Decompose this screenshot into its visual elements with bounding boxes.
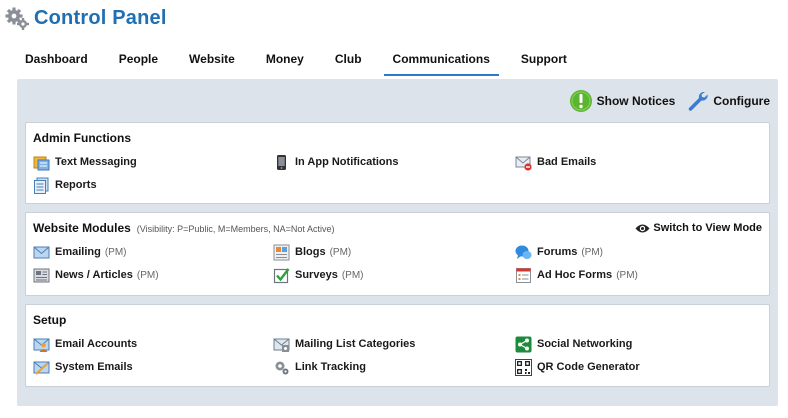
exclamation-icon xyxy=(569,90,592,112)
switch-view-mode-button[interactable]: Switch to View Mode xyxy=(635,222,762,234)
configure-button[interactable]: Configure xyxy=(685,89,770,113)
reports-link[interactable]: Reports xyxy=(33,176,97,194)
admin-functions-card: Admin Functions Text Messaging In App No… xyxy=(25,122,770,204)
gears-logo-icon xyxy=(5,7,29,30)
eye-icon xyxy=(635,224,650,232)
reports-icon xyxy=(34,177,49,194)
app-header: Control Panel xyxy=(4,4,167,32)
share-icon xyxy=(515,336,532,352)
qr-code-generator-link[interactable]: QR Code Generator xyxy=(515,358,640,376)
system-emails-label: System Emails xyxy=(55,361,133,373)
checkbox-check-icon xyxy=(273,267,290,283)
ad-hoc-forms-visibility: (PM) xyxy=(616,269,638,281)
in-app-notifications-link[interactable]: In App Notifications xyxy=(273,153,398,171)
main-nav-tabs: Dashboard People Website Money Club Comm… xyxy=(17,48,589,76)
page-title: Control Panel xyxy=(34,6,167,29)
newspaper-icon xyxy=(33,268,50,282)
tab-people[interactable]: People xyxy=(110,48,167,76)
ad-hoc-forms-link[interactable]: Ad Hoc Forms (PM) xyxy=(515,266,638,284)
forums-chat-icon xyxy=(515,245,532,259)
emailing-visibility: (PM) xyxy=(104,246,127,258)
surveys-label: Surveys xyxy=(295,269,338,281)
email-accounts-label: Email Accounts xyxy=(55,338,138,350)
text-messaging-label: Text Messaging xyxy=(55,156,137,168)
system-emails-link[interactable]: System Emails xyxy=(33,358,133,376)
admin-functions-title: Admin Functions xyxy=(33,131,131,145)
forums-label: Forums xyxy=(537,246,578,258)
link-tracking-label: Link Tracking xyxy=(295,361,366,373)
emailing-icon xyxy=(33,246,50,258)
social-networking-link[interactable]: Social Networking xyxy=(515,335,632,353)
system-email-icon xyxy=(33,361,50,375)
tab-money[interactable]: Money xyxy=(257,48,313,76)
switch-view-mode-label: Switch to View Mode xyxy=(653,222,762,234)
tab-support[interactable]: Support xyxy=(512,48,576,76)
blogs-icon xyxy=(273,244,290,260)
mailing-list-icon xyxy=(273,338,290,352)
in-app-notifications-label: In App Notifications xyxy=(295,156,399,168)
website-modules-card: Website Modules (Visibility: P=Public, M=… xyxy=(25,212,770,296)
email-accounts-link[interactable]: Email Accounts xyxy=(33,335,137,353)
show-notices-button[interactable]: Show Notices xyxy=(569,89,676,113)
bad-emails-label: Bad Emails xyxy=(537,156,597,168)
main-panel: Show Notices Configure Admin Functions T… xyxy=(17,79,778,406)
show-notices-label: Show Notices xyxy=(596,94,676,108)
setup-title: Setup xyxy=(33,313,67,327)
mailing-list-categories-link[interactable]: Mailing List Categories xyxy=(273,335,415,353)
news-articles-link[interactable]: News / Articles (PM) xyxy=(33,266,159,284)
forums-visibility: (PM) xyxy=(581,246,604,258)
surveys-visibility: (PM) xyxy=(341,269,364,281)
reports-label: Reports xyxy=(55,179,97,191)
blogs-visibility: (PM) xyxy=(329,246,352,258)
blogs-label: Blogs xyxy=(295,246,326,258)
email-account-icon xyxy=(33,338,50,352)
emailing-link[interactable]: Emailing (PM) xyxy=(33,243,127,261)
text-messaging-icon xyxy=(33,156,50,170)
form-icon xyxy=(516,267,531,283)
emailing-label: Emailing xyxy=(55,246,101,258)
qr-code-generator-label: QR Code Generator xyxy=(537,361,640,373)
bad-emails-link[interactable]: Bad Emails xyxy=(515,153,596,171)
tab-dashboard[interactable]: Dashboard xyxy=(17,48,97,76)
mailing-list-categories-label: Mailing List Categories xyxy=(295,338,416,350)
panel-toolbar: Show Notices Configure xyxy=(569,88,770,114)
blogs-link[interactable]: Blogs (PM) xyxy=(273,243,351,261)
tab-website[interactable]: Website xyxy=(180,48,244,76)
setup-card: Setup Email Accounts Mailing List Catego… xyxy=(25,304,770,387)
mobile-phone-icon xyxy=(277,154,286,170)
surveys-link[interactable]: Surveys (PM) xyxy=(273,266,363,284)
qr-code-icon xyxy=(515,358,532,376)
ad-hoc-forms-label: Ad Hoc Forms xyxy=(537,269,613,281)
tab-club[interactable]: Club xyxy=(326,48,371,76)
news-visibility: (PM) xyxy=(136,269,159,281)
configure-label: Configure xyxy=(713,94,770,108)
website-modules-title: Website Modules (Visibility: P=Public, M=… xyxy=(33,221,334,235)
news-articles-label: News / Articles xyxy=(55,269,133,281)
forums-link[interactable]: Forums (PM) xyxy=(515,243,603,261)
tab-communications[interactable]: Communications xyxy=(383,48,499,76)
bad-email-icon xyxy=(515,156,532,171)
wrench-icon xyxy=(689,91,708,111)
website-modules-heading: Website Modules xyxy=(33,221,131,235)
link-tracking-gears-icon xyxy=(275,361,289,374)
social-networking-label: Social Networking xyxy=(537,338,633,350)
visibility-legend: (Visibility: P=Public, M=Members, NA=Not… xyxy=(136,224,335,234)
text-messaging-link[interactable]: Text Messaging xyxy=(33,153,137,171)
link-tracking-link[interactable]: Link Tracking xyxy=(273,358,366,376)
